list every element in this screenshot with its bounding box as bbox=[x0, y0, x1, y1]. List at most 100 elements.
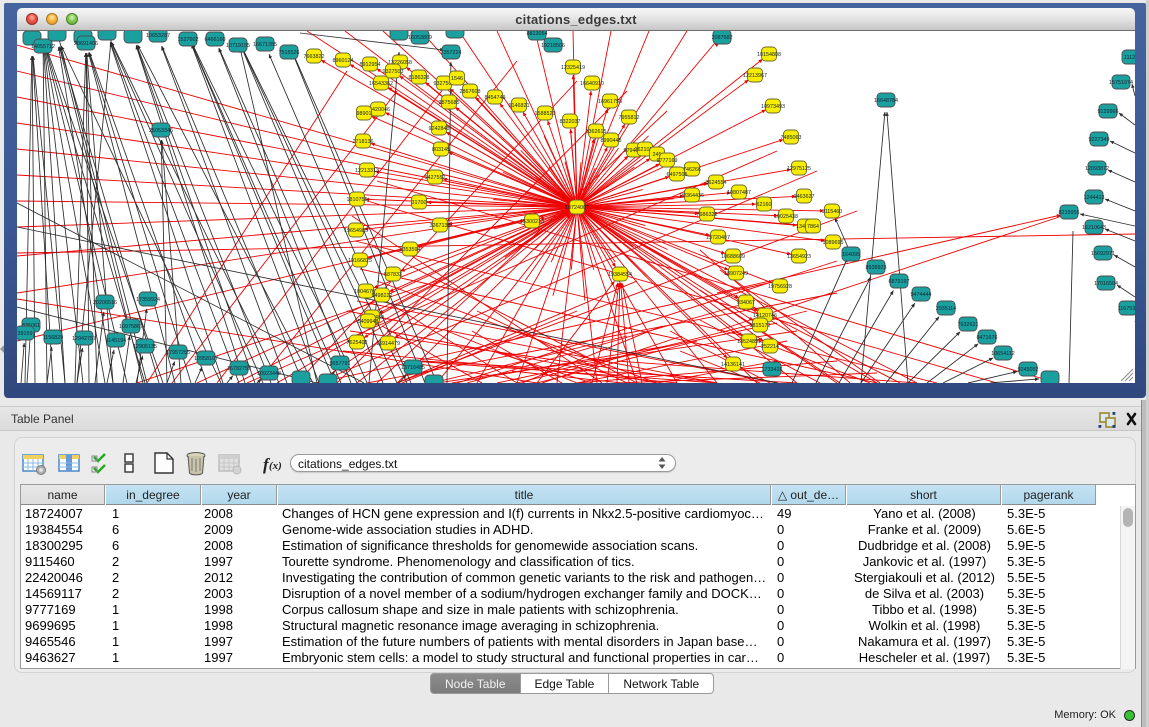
svg-text:587833: 587833 bbox=[384, 272, 402, 278]
svg-text:15692971: 15692971 bbox=[1091, 251, 1115, 257]
svg-text:7986322: 7986322 bbox=[697, 212, 718, 218]
svg-text:7515526: 7515526 bbox=[279, 50, 300, 56]
svg-text:8471676: 8471676 bbox=[977, 335, 998, 341]
svg-text:6879197: 6879197 bbox=[889, 279, 910, 285]
svg-text:14055712: 14055712 bbox=[31, 44, 55, 50]
svg-text:9777169: 9777169 bbox=[657, 158, 678, 164]
svg-text:10807487: 10807487 bbox=[727, 190, 751, 196]
svg-text:7864: 7864 bbox=[807, 224, 819, 230]
svg-text:62160: 62160 bbox=[757, 202, 772, 208]
svg-text:14136141: 14136141 bbox=[721, 362, 745, 368]
svg-text:934067: 934067 bbox=[737, 300, 755, 306]
svg-text:15300213: 15300213 bbox=[520, 219, 544, 225]
svg-text:10654112: 10654112 bbox=[991, 351, 1015, 357]
svg-text:25053346: 25053346 bbox=[149, 128, 173, 134]
svg-text:9474444: 9474444 bbox=[911, 292, 932, 298]
svg-text:10975867: 10975867 bbox=[119, 324, 143, 330]
svg-text:13524851: 13524851 bbox=[737, 339, 761, 345]
svg-text:1089695: 1089695 bbox=[823, 240, 844, 246]
svg-text:8960124: 8960124 bbox=[333, 58, 354, 64]
svg-text:164095: 164095 bbox=[842, 252, 860, 258]
svg-text:39159: 39159 bbox=[18, 331, 33, 337]
svg-text:1353594: 1353594 bbox=[400, 247, 421, 253]
svg-text:2087682: 2087682 bbox=[712, 35, 733, 41]
svg-text:1167533: 1167533 bbox=[1118, 306, 1135, 312]
svg-text:10688609: 10688609 bbox=[721, 254, 745, 260]
svg-text:1527602: 1527602 bbox=[178, 37, 199, 43]
svg-text:12325419: 12325419 bbox=[561, 65, 585, 71]
svg-text:7955812: 7955812 bbox=[619, 115, 640, 121]
svg-text:11123: 11123 bbox=[1124, 55, 1135, 61]
svg-text:13716485: 13716485 bbox=[401, 365, 425, 371]
svg-text:9245052: 9245052 bbox=[1018, 367, 1039, 373]
svg-text:20206516: 20206516 bbox=[93, 300, 117, 306]
svg-text:18724007: 18724007 bbox=[565, 205, 589, 211]
svg-text:1362615: 1362615 bbox=[586, 129, 607, 135]
svg-text:2718136: 2718136 bbox=[353, 139, 374, 145]
svg-text:6497505: 6497505 bbox=[667, 172, 688, 178]
svg-text:8322037: 8322037 bbox=[560, 119, 581, 125]
svg-text:10958107: 10958107 bbox=[194, 356, 218, 362]
svg-text:8454749: 8454749 bbox=[485, 95, 506, 101]
svg-text:252214: 252214 bbox=[761, 344, 779, 350]
svg-text:5409948: 5409948 bbox=[358, 319, 379, 325]
svg-text:(x): (x) bbox=[269, 460, 282, 472]
svg-text:1156829: 1156829 bbox=[43, 335, 64, 341]
svg-text:12975125: 12975125 bbox=[787, 166, 811, 172]
svg-text:16543362: 16543362 bbox=[369, 81, 393, 87]
svg-text:9146821: 9146821 bbox=[509, 103, 530, 109]
svg-text:98901: 98901 bbox=[357, 111, 372, 117]
svg-text:9463627: 9463627 bbox=[794, 194, 815, 200]
svg-text:1733426: 1733426 bbox=[762, 367, 783, 373]
svg-text:16210643: 16210643 bbox=[1082, 225, 1106, 231]
svg-text:9129966: 9129966 bbox=[1098, 109, 1119, 115]
svg-text:13654923: 13654923 bbox=[787, 254, 811, 260]
svg-text:9327503: 9327503 bbox=[383, 69, 404, 75]
svg-text:7663822: 7663822 bbox=[304, 54, 325, 60]
svg-text:9427552: 9427552 bbox=[425, 175, 446, 181]
svg-text:5498222: 5498222 bbox=[372, 293, 393, 299]
svg-text:19654985: 19654985 bbox=[344, 228, 368, 234]
svg-text:12093872: 12093872 bbox=[1085, 166, 1109, 172]
svg-text:8813054: 8813054 bbox=[527, 31, 548, 37]
svg-text:17957255: 17957255 bbox=[166, 350, 190, 356]
svg-text:7625402: 7625402 bbox=[347, 340, 368, 346]
svg-text:9242848: 9242848 bbox=[429, 126, 450, 132]
svg-text:1810755: 1810755 bbox=[347, 197, 368, 203]
svg-text:3624554: 3624554 bbox=[706, 180, 727, 186]
svg-text:31700: 31700 bbox=[412, 200, 427, 206]
svg-text:10973493: 10973493 bbox=[761, 104, 785, 110]
svg-text:17016504: 17016504 bbox=[1094, 281, 1118, 287]
svg-text:19384554: 19384554 bbox=[608, 272, 632, 278]
svg-text:16782759: 16782759 bbox=[227, 366, 251, 372]
svg-text:16053809: 16053809 bbox=[408, 35, 432, 41]
svg-text:19166825: 19166825 bbox=[348, 258, 372, 264]
svg-text:7632621: 7632621 bbox=[958, 322, 979, 328]
svg-text:803145: 803145 bbox=[432, 147, 450, 153]
svg-text:20691406: 20691406 bbox=[74, 41, 98, 47]
svg-text:9115460: 9115460 bbox=[822, 209, 843, 215]
svg-text:16914479: 16914479 bbox=[376, 341, 400, 347]
svg-text:16671355: 16671355 bbox=[253, 42, 277, 48]
svg-text:3875685: 3875685 bbox=[439, 100, 460, 106]
svg-text:19756928: 19756928 bbox=[768, 284, 792, 290]
svg-text:12905135: 12905135 bbox=[133, 344, 157, 350]
svg-text:1815172: 1815172 bbox=[750, 323, 771, 329]
svg-text:8186328: 8186328 bbox=[409, 75, 430, 81]
svg-text:9227349: 9227349 bbox=[1089, 137, 1110, 143]
svg-text:10154808: 10154808 bbox=[757, 52, 781, 58]
svg-text:3267130: 3267130 bbox=[430, 223, 451, 229]
svg-text:1546: 1546 bbox=[451, 76, 463, 82]
svg-text:12942757: 12942757 bbox=[72, 336, 96, 342]
svg-text:1244413: 1244413 bbox=[1084, 195, 1105, 201]
svg-text:10653287: 10653287 bbox=[146, 33, 170, 39]
svg-text:9657791: 9657791 bbox=[330, 361, 351, 367]
svg-text:7485063: 7485063 bbox=[781, 135, 802, 141]
svg-text:8990448: 8990448 bbox=[601, 138, 622, 144]
svg-text:18907249: 18907249 bbox=[724, 271, 748, 277]
svg-text:20364436: 20364436 bbox=[680, 193, 704, 199]
svg-text:12213967: 12213967 bbox=[743, 73, 767, 79]
svg-text:16961758: 16961758 bbox=[598, 99, 622, 105]
svg-text:8912954: 8912954 bbox=[360, 62, 381, 68]
svg-text:1145194: 1145194 bbox=[106, 338, 127, 344]
